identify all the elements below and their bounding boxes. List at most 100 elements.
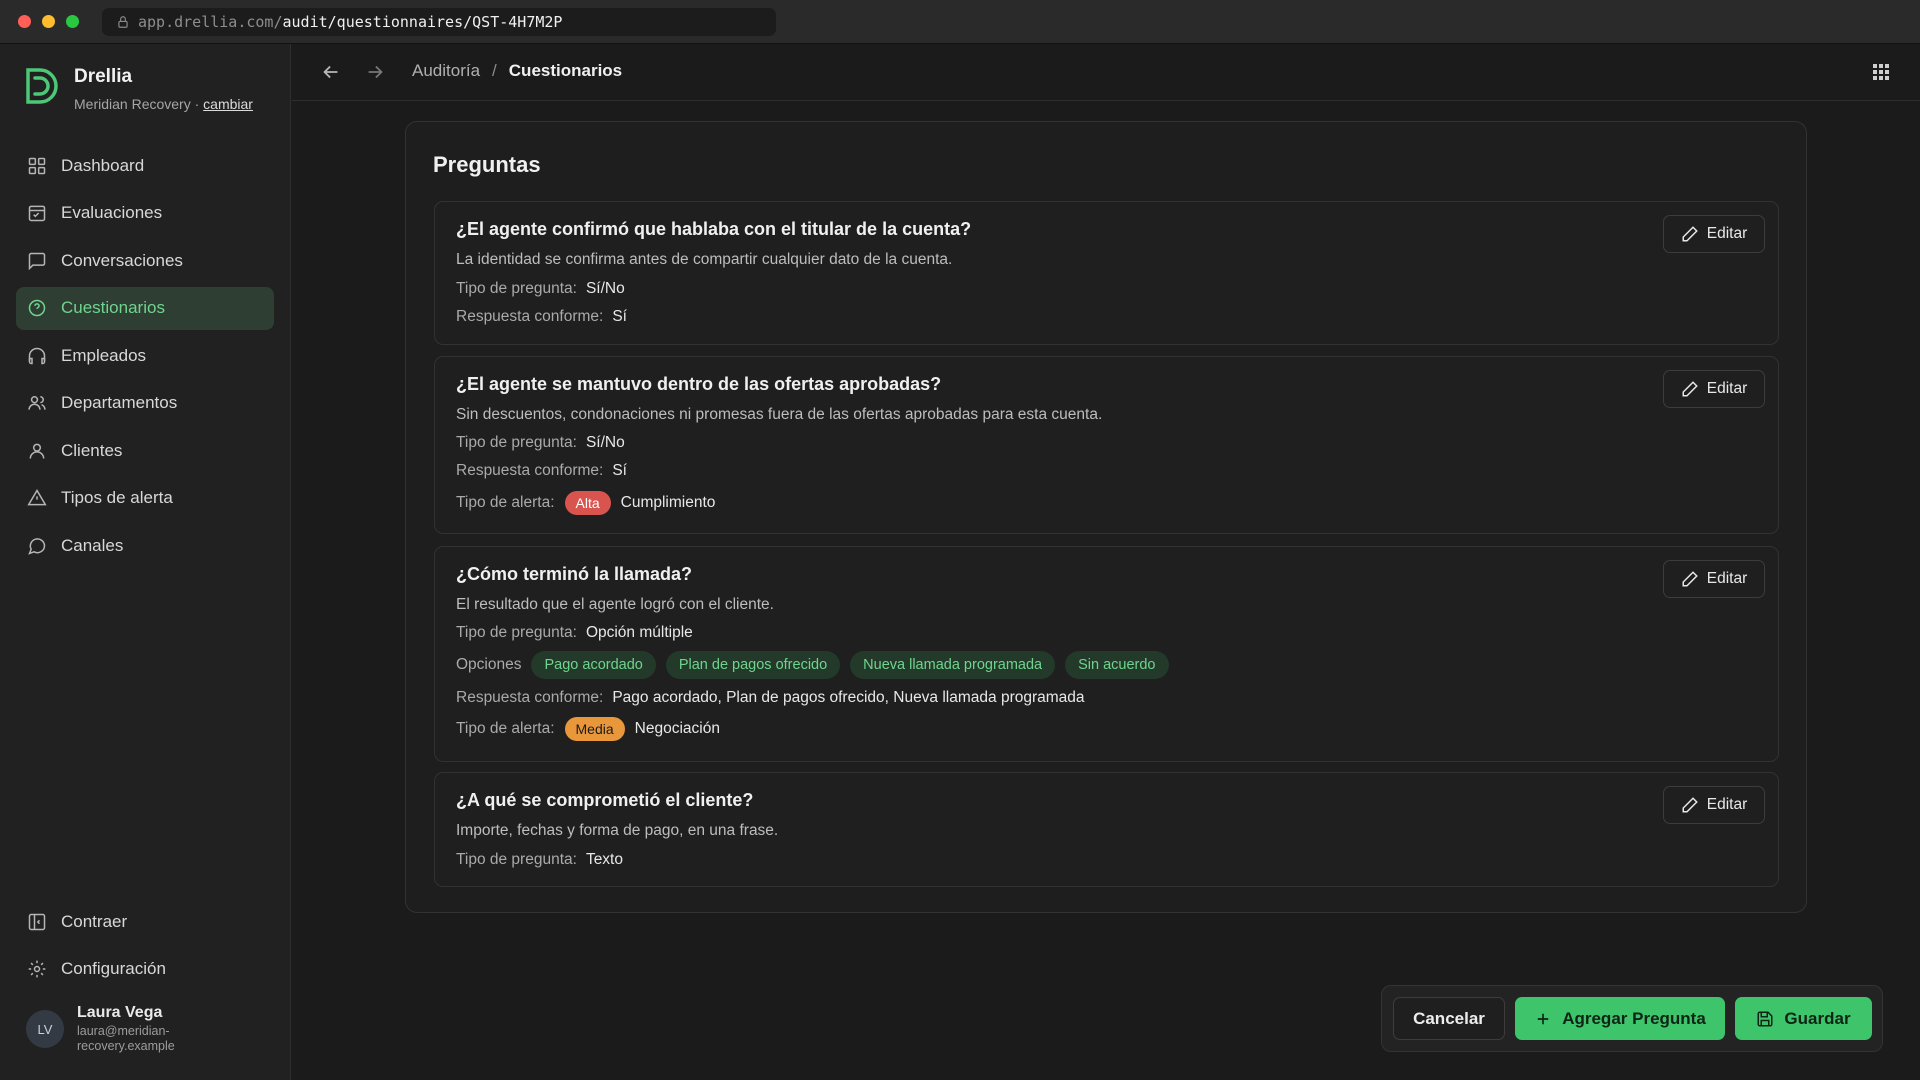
question-type-row: Tipo de pregunta: Texto	[456, 851, 623, 869]
avatar: LV	[26, 1010, 64, 1048]
question-title: ¿A qué se comprometió el cliente?	[456, 790, 754, 810]
address-bar[interactable]: app.drellia.com/ audit/questionnaires/QS…	[102, 8, 776, 36]
question-type-label: Tipo de pregunta:	[456, 624, 577, 641]
gear-icon	[28, 960, 46, 978]
sidebar-footer: Contraer Configuración	[16, 900, 274, 995]
sidebar-item-empleados[interactable]: Empleados	[16, 334, 274, 377]
alert-type-name: Negociación	[634, 720, 720, 737]
maximize-window-button[interactable]	[66, 15, 79, 28]
sidebar-item-label: Empleados	[61, 345, 147, 365]
settings-label: Configuración	[61, 959, 166, 978]
question-type-value: Sí/No	[585, 434, 625, 451]
compliant-answer-row: Respuesta conforme: Pago acordado, Plan …	[456, 689, 1085, 707]
compliant-answer-value: Pago acordado, Plan de pagos ofrecido, N…	[612, 689, 1085, 706]
save-icon	[1757, 1011, 1773, 1026]
alert-type-label: Tipo de alerta:	[456, 720, 555, 737]
collapse-sidebar-button[interactable]: Contraer	[16, 900, 274, 943]
question-type-row: Tipo de pregunta: Sí/No	[456, 434, 625, 452]
sidebar: Drellia Meridian Recovery · cambiar Dash…	[0, 44, 291, 1080]
sidebar-item-label: Evaluaciones	[61, 203, 163, 222]
plus-icon	[1537, 1013, 1549, 1024]
options-label: Opciones	[456, 656, 522, 673]
question-card: ¿A qué se comprometió el cliente? Import…	[434, 772, 1779, 887]
alert-type-row: Tipo de alerta: Media Negociación	[456, 717, 720, 741]
question-type-row: Tipo de pregunta: Opción múltiple	[456, 624, 693, 642]
question-card: ¿El agente confirmó que hablaba con el t…	[434, 201, 1779, 345]
org-separator: ·	[194, 96, 200, 112]
add-question-button[interactable]: Agregar Pregunta	[1515, 997, 1725, 1040]
compliant-answer-label: Respuesta conforme:	[456, 308, 604, 325]
users-icon	[28, 396, 46, 410]
drellia-logo-icon	[26, 68, 58, 104]
sidebar-item-cuestionarios[interactable]: Cuestionarios	[16, 286, 274, 330]
action-bar: Cancelar Agregar Pregunta Guardar	[1381, 985, 1883, 1052]
org-switcher: Meridian Recovery · cambiar	[74, 96, 253, 112]
question-type-label: Tipo de pregunta:	[456, 280, 577, 297]
url-host: app.drellia.com/	[138, 13, 283, 31]
collapse-label: Contraer	[61, 911, 128, 931]
close-window-button[interactable]	[18, 15, 31, 28]
question-description: El resultado que el agente logró con el …	[456, 596, 774, 613]
question-type-row: Tipo de pregunta: Sí/No	[456, 280, 625, 298]
save-button[interactable]: Guardar	[1735, 997, 1872, 1040]
change-org-link[interactable]: cambiar	[203, 96, 253, 112]
apps-grid-icon[interactable]	[1872, 63, 1890, 81]
user-email: laura@meridian-recovery.example	[77, 1024, 175, 1053]
pencil-icon	[1682, 226, 1698, 242]
edit-question-button[interactable]: Editar	[1663, 370, 1765, 408]
breadcrumb-separator: /	[492, 61, 497, 80]
save-label: Guardar	[1784, 1008, 1851, 1028]
question-description: Sin descuentos, condonaciones ni promesa…	[456, 406, 1103, 423]
sidebar-item-label: Departamentos	[61, 393, 178, 412]
breadcrumb: Auditoría / Cuestionarios	[412, 61, 622, 81]
forward-arrow-icon[interactable]	[364, 61, 386, 83]
minimize-window-button[interactable]	[42, 15, 55, 28]
sidebar-item-label: Tipos de alerta	[61, 488, 173, 507]
alert-type-name: Cumplimiento	[620, 494, 716, 511]
compliant-answer-label: Respuesta conforme:	[456, 689, 604, 706]
sidebar-item-canales[interactable]: Canales	[16, 524, 274, 567]
pencil-icon	[1682, 381, 1698, 397]
alert-type-label: Tipo de alerta:	[456, 494, 555, 511]
sidebar-item-evaluaciones[interactable]: Evaluaciones	[16, 192, 274, 235]
message-circle-icon	[28, 537, 46, 555]
user-name: Laura Vega	[77, 1004, 163, 1021]
pencil-icon	[1682, 797, 1698, 813]
sidebar-item-label: Cuestionarios	[61, 298, 165, 317]
sidebar-nav: Dashboard Evaluaciones Conversaciones Cu…	[16, 144, 274, 572]
alert-triangle-icon	[27, 489, 47, 506]
url-path: audit/questionnaires/QST-4H7M2P	[282, 13, 563, 31]
edit-question-button[interactable]: Editar	[1663, 215, 1765, 253]
question-type-label: Tipo de pregunta:	[456, 851, 577, 868]
sidebar-item-label: Canales	[61, 535, 124, 555]
question-title: ¿El agente se mantuvo dentro de las ofer…	[456, 374, 942, 394]
options-row: Opciones Pago acordado Plan de pagos ofr…	[456, 651, 1169, 679]
edit-question-button[interactable]: Editar	[1663, 786, 1765, 824]
sidebar-item-label: Conversaciones	[61, 250, 183, 270]
option-chip: Nueva llamada programada	[850, 651, 1056, 679]
back-arrow-icon[interactable]	[320, 61, 342, 83]
alert-level-badge: Alta	[564, 491, 611, 515]
user-profile[interactable]: LV Laura Vega laura@meridian-recovery.ex…	[26, 1004, 197, 1054]
question-type-label: Tipo de pregunta:	[456, 434, 577, 451]
breadcrumb-parent[interactable]: Auditoría	[412, 61, 480, 81]
sidebar-item-tipos-de-alerta[interactable]: Tipos de alerta	[16, 477, 274, 520]
option-chip: Sin acuerdo	[1065, 651, 1169, 679]
question-card: ¿Cómo terminó la llamada? El resultado q…	[434, 546, 1779, 762]
cancel-button[interactable]: Cancelar	[1393, 997, 1505, 1040]
sidebar-item-conversaciones[interactable]: Conversaciones	[16, 239, 274, 282]
sidebar-item-clientes[interactable]: Clientes	[16, 429, 274, 472]
questions-panel: Preguntas ¿El agente confirmó que hablab…	[405, 121, 1807, 913]
sidebar-item-dashboard[interactable]: Dashboard	[16, 144, 274, 187]
question-description: La identidad se confirma antes de compar…	[456, 251, 953, 268]
compliant-answer-value: Sí	[612, 308, 627, 325]
compliant-answer-value: Sí	[612, 462, 627, 479]
alert-type-row: Tipo de alerta: Alta Cumplimiento	[456, 491, 715, 515]
question-type-value: Sí/No	[585, 280, 625, 297]
sidebar-item-configuracion[interactable]: Configuración	[16, 948, 274, 991]
edit-question-button[interactable]: Editar	[1663, 560, 1765, 598]
brand-name: Drellia	[74, 66, 133, 87]
question-type-value: Opción múltiple	[585, 624, 693, 641]
sidebar-item-departamentos[interactable]: Departamentos	[16, 382, 274, 425]
compliant-answer-label: Respuesta conforme:	[456, 462, 604, 479]
